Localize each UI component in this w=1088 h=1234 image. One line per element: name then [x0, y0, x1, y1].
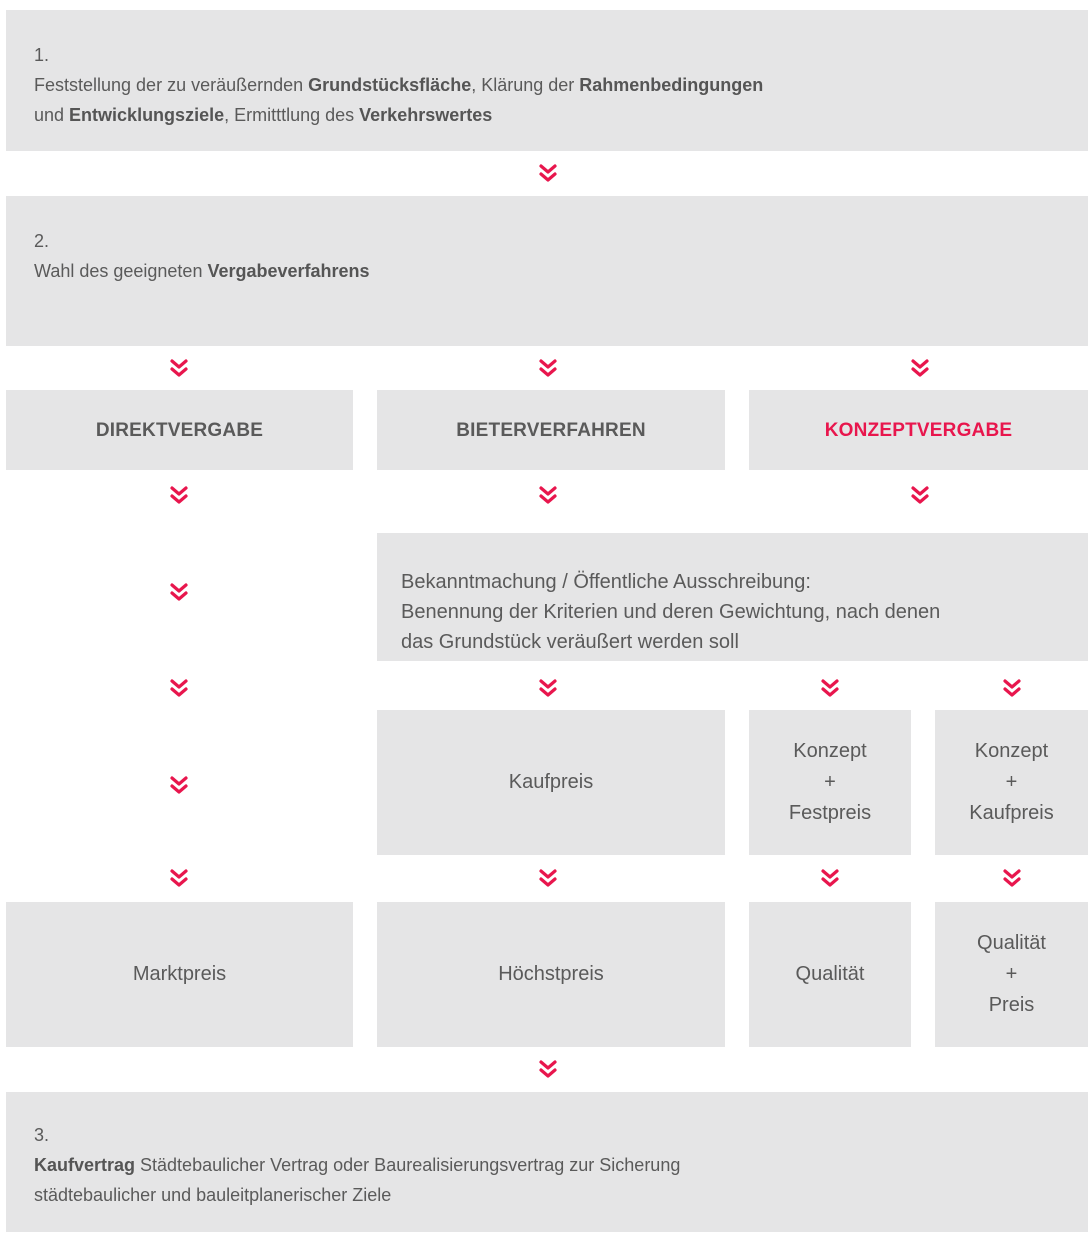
double-chevron-down-icon	[169, 485, 189, 505]
step-3-text-line-1: Kaufvertrag Städtebaulicher Vertrag oder…	[34, 1155, 681, 1175]
announcement-line-2: Benennung der Kriterien und deren Gewich…	[401, 601, 941, 623]
double-chevron-down-icon	[538, 163, 558, 183]
double-chevron-down-icon	[820, 868, 840, 888]
announcement-line-1: Bekanntmachung / Öffentliche Ausschreibu…	[401, 571, 811, 593]
double-chevron-down-icon	[169, 358, 189, 378]
step-1-number: 1.	[34, 45, 50, 65]
konzeptvergabe-label: KONZEPTVERGABE	[824, 419, 1013, 441]
double-chevron-down-icon	[538, 1059, 558, 1079]
marktpreis-box: Marktpreis	[6, 902, 353, 1047]
kaufpreis-box: Kaufpreis	[377, 710, 725, 855]
preis-label: Preis	[988, 994, 1035, 1016]
step-2-box: 2. Wahl des geeigneten Vergabeverfahrens	[6, 196, 1088, 346]
step-1-text-line-1: Feststellung der zu veräußernden Grundst…	[34, 75, 764, 95]
announcement-box: Bekanntmachung / Öffentliche Ausschreibu…	[377, 533, 1088, 661]
double-chevron-down-icon	[910, 358, 930, 378]
qualitaet-label: Qualität	[795, 963, 865, 985]
step-3-box: 3. Kaufvertrag Städtebaulicher Vertrag o…	[6, 1092, 1088, 1232]
marktpreis-label: Marktpreis	[132, 963, 227, 985]
double-chevron-down-icon	[538, 358, 558, 378]
konzept-kaufpreis-box: Konzept + Kaufpreis	[935, 710, 1088, 855]
plus-sign: +	[824, 771, 836, 793]
announcement-line-3: das Grundstück veräußert werden soll	[401, 631, 739, 653]
kaufpreis-label: Kaufpreis	[508, 771, 594, 793]
double-chevron-down-icon	[538, 678, 558, 698]
konzept-festpreis-box: Konzept + Festpreis	[749, 710, 911, 855]
plus-sign: +	[1005, 771, 1018, 793]
double-chevron-down-icon	[169, 868, 189, 888]
kaufpreis-label: Kaufpreis	[969, 802, 1054, 824]
direktvergabe-label: DIREKTVERGABE	[95, 419, 264, 441]
double-chevron-down-icon	[820, 678, 840, 698]
double-chevron-down-icon	[169, 582, 189, 602]
step-2-number: 2.	[34, 231, 50, 251]
step-3-text-line-2: städtebaulicher und bauleitplanerischer …	[34, 1185, 392, 1205]
konzeptvergabe-box: KONZEPTVERGABE	[749, 390, 1088, 470]
hoechstpreis-box: Höchstpreis	[377, 902, 725, 1047]
konzept-label: Konzept	[793, 740, 867, 762]
qualitaet-box: Qualität	[749, 902, 911, 1047]
direktvergabe-box: DIREKTVERGABE	[6, 390, 353, 470]
step-2-text: Wahl des geeigneten Vergabeverfahrens	[34, 261, 370, 281]
double-chevron-down-icon	[1002, 868, 1022, 888]
bieterverfahren-label: BIETERVERFAHREN	[456, 419, 646, 441]
double-chevron-down-icon	[169, 775, 189, 795]
step-1-box: 1. Feststellung der zu veräußernden Grun…	[6, 10, 1088, 151]
festpreis-label: Festpreis	[788, 802, 872, 824]
double-chevron-down-icon	[169, 678, 189, 698]
plus-sign: +	[1005, 963, 1018, 985]
bieterverfahren-box: BIETERVERFAHREN	[377, 390, 725, 470]
step-1-text-line-2: und Entwicklungsziele, Ermitttlung des V…	[34, 105, 493, 125]
hoechstpreis-label: Höchstpreis	[498, 963, 604, 985]
qualitaet-preis-box: Qualität + Preis	[935, 902, 1088, 1047]
double-chevron-down-icon	[538, 485, 558, 505]
qualitaet-label: Qualität	[977, 932, 1046, 954]
double-chevron-down-icon	[1002, 678, 1022, 698]
double-chevron-down-icon	[538, 868, 558, 888]
konzept-label: Konzept	[974, 740, 1049, 762]
step-3-number: 3.	[34, 1125, 50, 1145]
double-chevron-down-icon	[910, 485, 930, 505]
